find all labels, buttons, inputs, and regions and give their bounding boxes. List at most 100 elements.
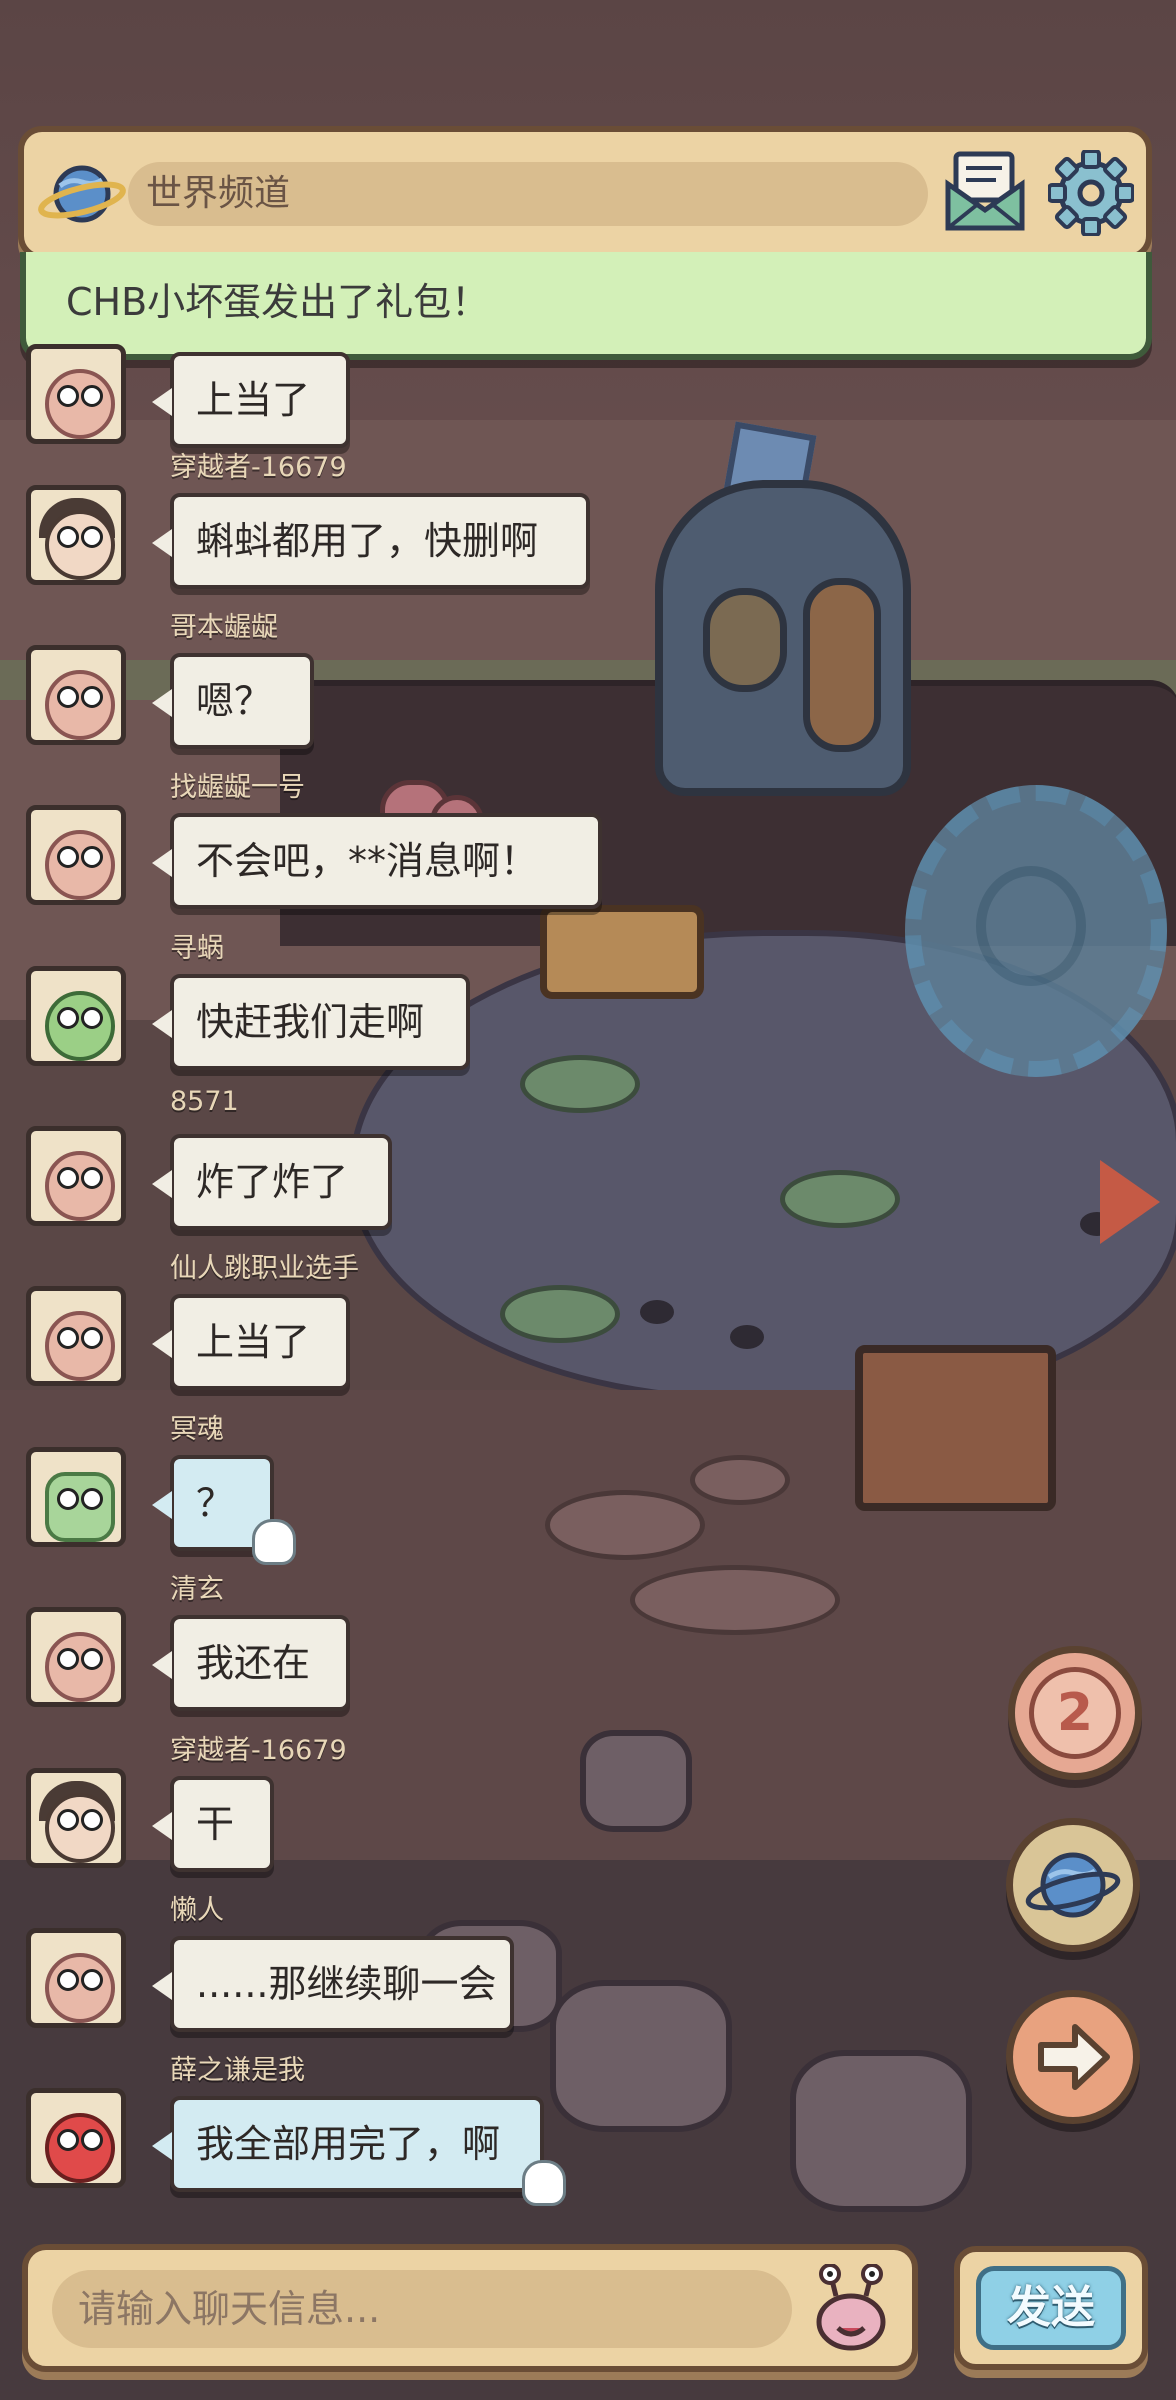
channel-label: 世界频道: [146, 173, 291, 214]
stepping-stone: [545, 1490, 705, 1560]
forward-arrow-button[interactable]: [1006, 1990, 1140, 2124]
snail-avatar[interactable]: [26, 1286, 126, 1386]
avatar-eye: [81, 1327, 103, 1349]
message-bubble[interactable]: 快赶我们走啊: [152, 974, 470, 1070]
avatar-eye: [81, 2129, 103, 2151]
avatar-eye: [57, 1969, 79, 1991]
ghost-badge-icon: [252, 1519, 296, 1565]
planet-icon[interactable]: [38, 156, 126, 232]
message-bubble[interactable]: 上当了: [152, 1294, 350, 1390]
avatar-eye: [81, 526, 103, 548]
planet-icon: [1025, 1852, 1121, 1918]
avatar-eye: [81, 1648, 103, 1670]
mine-cart: [855, 1345, 1056, 1511]
snail-avatar[interactable]: [26, 805, 126, 905]
avatar-face: [45, 991, 115, 1061]
avatar-eye: [81, 686, 103, 708]
avatar-eye: [57, 686, 79, 708]
avatar-face: [45, 1151, 115, 1221]
rock: [580, 1730, 692, 1832]
tadpole: [730, 1325, 764, 1349]
avatar-face: [45, 1472, 115, 1542]
snail-avatar[interactable]: [26, 1607, 126, 1707]
message-bubble[interactable]: 不会吧，**消息啊！: [152, 813, 602, 909]
chat-input-bar: [22, 2244, 918, 2372]
avatar-face: [45, 510, 115, 580]
snail-sign: [540, 905, 704, 999]
avatar-face: [45, 1311, 115, 1381]
avatar-eye: [81, 385, 103, 407]
lily-pad: [500, 1285, 620, 1343]
stepping-stone: [630, 1565, 840, 1635]
mail-icon[interactable]: [942, 148, 1028, 234]
send-button[interactable]: 发送: [954, 2246, 1148, 2370]
notification-count-button[interactable]: 2: [1008, 1646, 1142, 1780]
machine-window: [703, 588, 787, 692]
announcement-text: CHB小坏蛋发出了礼包！: [66, 280, 490, 324]
message-bubble[interactable]: 我全部用完了，啊: [152, 2096, 544, 2192]
snail-avatar[interactable]: [26, 344, 126, 444]
message-bubble[interactable]: 嗯？: [152, 653, 314, 749]
avatar-face: [45, 1632, 115, 1702]
machine-door: [803, 578, 881, 752]
avatar-eye: [57, 846, 79, 868]
message-bubble[interactable]: ......那继续聊一会: [152, 1936, 514, 2032]
avatar-eye: [57, 1167, 79, 1189]
scene-arrow-icon[interactable]: [1100, 1160, 1160, 1244]
ghost-badge-icon: [522, 2160, 566, 2206]
message-bubble[interactable]: 上当了: [152, 352, 350, 448]
avatar-face: [45, 1793, 115, 1863]
snail-avatar[interactable]: [26, 645, 126, 745]
avatar-eye: [57, 1809, 79, 1831]
message-sender-name[interactable]: 仙人跳职业选手: [170, 1246, 359, 1285]
message-bubble[interactable]: 干: [152, 1776, 274, 1872]
message-bubble[interactable]: 我还在: [152, 1615, 350, 1711]
message-sender-name[interactable]: 8571: [170, 1086, 239, 1117]
snail-avatar[interactable]: [26, 1928, 126, 2028]
channel-selector[interactable]: 世界频道: [128, 162, 928, 226]
green-avatar[interactable]: [26, 966, 126, 1066]
red-avatar[interactable]: [26, 2088, 126, 2188]
avatar-face: [45, 369, 115, 439]
lily-pad: [520, 1055, 640, 1113]
avatar-eye: [81, 1969, 103, 1991]
girl-avatar[interactable]: [26, 485, 126, 585]
message-sender-name[interactable]: 找龌龊一号: [170, 765, 305, 804]
avatar-eye: [81, 1007, 103, 1029]
gear-icon[interactable]: [1048, 150, 1134, 236]
message-sender-name[interactable]: 冥魂: [170, 1407, 224, 1446]
message-sender-name[interactable]: 寻蜗: [170, 926, 224, 965]
message-bubble[interactable]: 炸了炸了: [152, 1134, 392, 1230]
avatar-eye: [57, 1648, 79, 1670]
avatar-eye: [57, 385, 79, 407]
message-sender-name[interactable]: 清玄: [170, 1567, 224, 1606]
message-sender-name[interactable]: 薛之谦是我: [170, 2048, 305, 2087]
world-planet-button[interactable]: [1006, 1818, 1140, 1952]
arrow-right-icon: [1038, 2024, 1110, 2090]
rock: [550, 1980, 732, 2132]
send-button-label: 发送: [976, 2266, 1126, 2350]
chat-message-input[interactable]: [52, 2270, 792, 2348]
girl-avatar[interactable]: [26, 1768, 126, 1868]
announcement-banner: CHB小坏蛋发出了礼包！: [20, 252, 1152, 360]
gear-portal: [905, 785, 1167, 1077]
snail-emoji-icon[interactable]: [808, 2264, 894, 2354]
snail-avatar[interactable]: [26, 1126, 126, 1226]
cactus-avatar[interactable]: [26, 1447, 126, 1547]
avatar-face: [45, 2113, 115, 2183]
avatar-eye: [81, 1488, 103, 1510]
gear-portal-center: [976, 866, 1086, 986]
avatar-eye: [81, 846, 103, 868]
avatar-face: [45, 830, 115, 900]
message-bubble[interactable]: 蝌蚪都用了，快删啊: [152, 493, 590, 589]
stepping-stone: [690, 1455, 790, 1505]
avatar-eye: [57, 1327, 79, 1349]
message-sender-name[interactable]: 哥本龌龊: [170, 605, 278, 644]
message-sender-name[interactable]: 穿越者-16679: [170, 445, 347, 484]
message-sender-name[interactable]: 懒人: [170, 1888, 224, 1927]
avatar-eye: [57, 1007, 79, 1029]
message-sender-name[interactable]: 穿越者-16679: [170, 1728, 347, 1767]
avatar-face: [45, 670, 115, 740]
lily-pad: [780, 1170, 900, 1228]
avatar-eye: [57, 1488, 79, 1510]
